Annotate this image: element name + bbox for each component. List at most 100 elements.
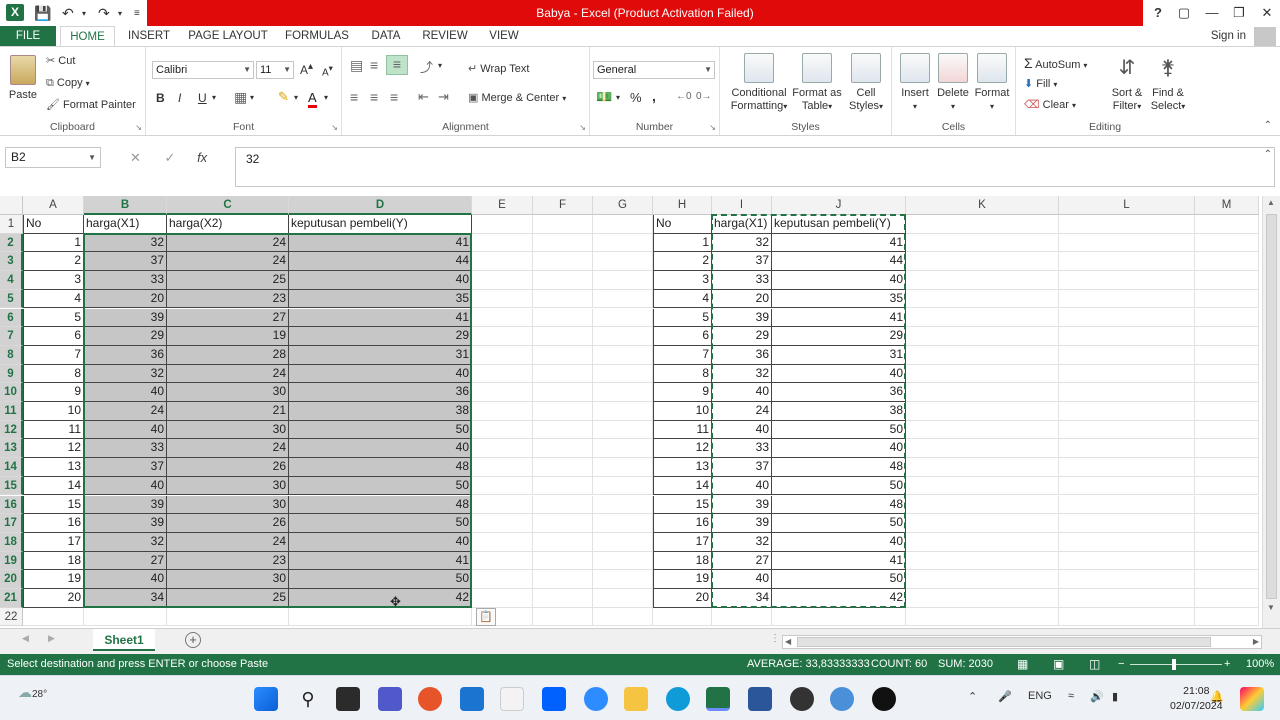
table-cell[interactable]: 30: [167, 570, 289, 589]
cell[interactable]: [906, 233, 1059, 253]
cell[interactable]: [1195, 271, 1259, 290]
cell[interactable]: [906, 532, 1059, 552]
table-cell[interactable]: 33: [84, 439, 167, 459]
table-cell[interactable]: 1: [653, 233, 712, 253]
table-cell[interactable]: 36: [289, 383, 472, 402]
firefox-icon[interactable]: [418, 687, 442, 711]
cell[interactable]: [906, 439, 1059, 459]
cell[interactable]: [1059, 570, 1195, 589]
table-cell[interactable]: 39: [84, 308, 167, 328]
table-header-cell[interactable]: No: [23, 215, 84, 234]
horizontal-scroll-thumb[interactable]: [797, 637, 1211, 647]
table-cell[interactable]: 29: [84, 327, 167, 346]
cell[interactable]: [472, 589, 533, 608]
page-break-view-icon[interactable]: ◫: [1089, 654, 1100, 675]
table-cell[interactable]: 9: [23, 383, 84, 402]
table-cell[interactable]: 12: [653, 439, 712, 459]
save-icon[interactable]: 💾: [34, 4, 51, 22]
table-cell[interactable]: 25: [167, 589, 289, 608]
sign-in-link[interactable]: Sign in: [1211, 26, 1246, 46]
cell[interactable]: [23, 607, 84, 627]
align-right-icon[interactable]: ≡: [390, 89, 398, 105]
wifi-icon[interactable]: ≈: [1068, 690, 1074, 702]
table-cell[interactable]: 24: [167, 364, 289, 384]
cell[interactable]: [1059, 233, 1195, 253]
table-cell[interactable]: 23: [167, 551, 289, 571]
restore-button[interactable]: ❐: [1226, 2, 1252, 24]
decrease-indent-icon[interactable]: ⇤: [418, 89, 429, 105]
cell[interactable]: [772, 607, 906, 627]
cell[interactable]: [533, 215, 593, 234]
cell[interactable]: [472, 308, 533, 328]
table-cell[interactable]: 11: [653, 420, 712, 440]
table-cell[interactable]: 24: [167, 252, 289, 272]
cell[interactable]: [593, 383, 653, 402]
accounting-format-icon[interactable]: 💵: [596, 89, 612, 105]
cell[interactable]: [593, 252, 653, 272]
comma-style-button[interactable]: ,: [652, 88, 656, 104]
cell[interactable]: [1195, 233, 1259, 253]
clipboard-launcher-icon[interactable]: ↘: [135, 123, 142, 132]
table-cell[interactable]: 7: [23, 345, 84, 365]
row-header-12[interactable]: 12: [0, 420, 23, 440]
table-cell[interactable]: 38: [289, 402, 472, 421]
table-cell[interactable]: 24: [167, 532, 289, 552]
table-cell[interactable]: 40: [84, 420, 167, 440]
excel-taskbar-icon[interactable]: [706, 687, 730, 711]
tab-home[interactable]: HOME: [60, 26, 115, 46]
table-cell[interactable]: 6: [23, 327, 84, 346]
table-cell[interactable]: 40: [772, 532, 906, 552]
table-cell[interactable]: 34: [712, 589, 772, 608]
table-cell[interactable]: 37: [84, 458, 167, 477]
cell[interactable]: [1195, 420, 1259, 440]
cell[interactable]: [1195, 495, 1259, 515]
cell[interactable]: [906, 252, 1059, 272]
table-cell[interactable]: 50: [772, 570, 906, 589]
cell[interactable]: [906, 495, 1059, 515]
table-cell[interactable]: 50: [289, 570, 472, 589]
orientation-dropdown-icon[interactable]: ▾: [438, 61, 442, 70]
cell[interactable]: [472, 215, 533, 234]
cell[interactable]: [1059, 402, 1195, 421]
fill-color-icon[interactable]: ✎: [278, 89, 289, 105]
cell[interactable]: [1195, 289, 1259, 309]
cell[interactable]: [1195, 532, 1259, 552]
table-cell[interactable]: 35: [772, 289, 906, 309]
table-cell[interactable]: 50: [772, 476, 906, 496]
table-cell[interactable]: 32: [712, 233, 772, 253]
cell[interactable]: [1059, 289, 1195, 309]
table-cell[interactable]: 32: [712, 532, 772, 552]
cell[interactable]: [533, 364, 593, 384]
normal-view-icon[interactable]: ▦: [1017, 654, 1028, 675]
cell[interactable]: [1059, 476, 1195, 496]
table-cell[interactable]: 9: [653, 383, 712, 402]
align-middle-icon[interactable]: ≡: [370, 57, 378, 73]
cell[interactable]: [472, 289, 533, 309]
zoom-in-icon[interactable]: +: [1224, 654, 1230, 675]
table-cell[interactable]: 37: [712, 252, 772, 272]
cell[interactable]: [593, 420, 653, 440]
table-cell[interactable]: 3: [23, 271, 84, 290]
table-cell[interactable]: 29: [712, 327, 772, 346]
table-cell[interactable]: 50: [289, 476, 472, 496]
row-header-4[interactable]: 4: [0, 271, 23, 290]
chrome-icon[interactable]: [790, 687, 814, 711]
customize-toolbar-icon[interactable]: ≡: [134, 4, 140, 22]
table-cell[interactable]: 41: [772, 233, 906, 253]
cell[interactable]: [1059, 364, 1195, 384]
align-top-icon[interactable]: ▤: [350, 57, 363, 74]
table-cell[interactable]: 3: [653, 271, 712, 290]
table-cell[interactable]: 14: [23, 476, 84, 496]
cell[interactable]: [533, 308, 593, 328]
paste-options-button[interactable]: 📋: [476, 608, 496, 626]
cell[interactable]: [533, 570, 593, 589]
cell-styles-button[interactable]: Cell Styles▾: [844, 53, 888, 113]
row-header-7[interactable]: 7: [0, 327, 23, 346]
row-header-6[interactable]: 6: [0, 308, 23, 328]
table-cell[interactable]: 44: [772, 252, 906, 272]
cell[interactable]: [84, 607, 167, 627]
table-cell[interactable]: 18: [23, 551, 84, 571]
table-cell[interactable]: 37: [84, 252, 167, 272]
shrink-font-button[interactable]: A▾: [322, 63, 333, 78]
cell[interactable]: [533, 252, 593, 272]
